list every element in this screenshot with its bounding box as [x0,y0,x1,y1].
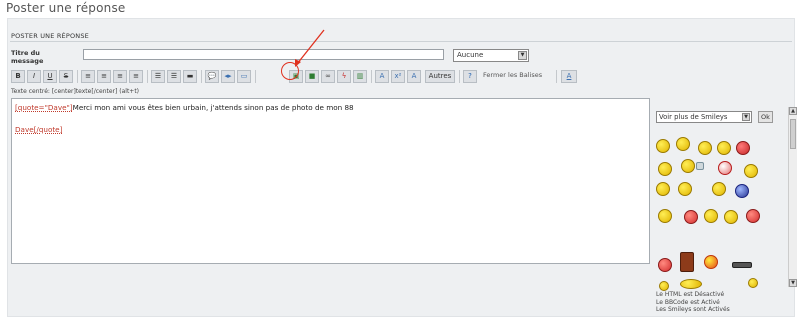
smiley-icon[interactable] [684,210,698,224]
smiley-icon[interactable] [658,209,672,223]
status-line: Texte centré: [center]texte[/center] (al… [11,88,140,95]
message-line-1: [quote="Dave"]Merci mon ami vous êtes bi… [15,102,646,113]
bbcode-toolbar: B I U S ≡ ≡ ≡ ≡ ☰ ☰ ▬ 💬 ◂▸ ▭ ▣ ■ ∞ ϟ ▥ A… [11,70,631,84]
smileys-status: Les Smileys sont Activés [656,306,730,313]
status-info: Le HTML est Désactivé Le BBCode est Acti… [656,291,730,314]
topic-icon-select-value: Aucune [457,51,484,59]
smiley-icon[interactable] [658,162,672,176]
scroll-down-icon[interactable]: ▼ [789,279,797,287]
quote-open-tag: [quote="Dave"] [15,103,73,112]
smiley-icon[interactable] [681,159,695,173]
list-item-icon[interactable]: ▬ [183,70,197,83]
reply-panel: POSTER UNE RÉPONSE Titre du message Aucu… [7,18,797,317]
smileys-select-value: Voir plus de Smileys [659,113,728,121]
toolbar-separator [371,70,372,83]
quote-author: Dave [15,125,34,134]
smiley-icon[interactable] [746,209,760,223]
scroll-thumb[interactable] [790,119,796,149]
message-text: Merci mon ami vous êtes bien urbain, j'a… [72,103,354,112]
bbcode-status: Le BBCode est Activé [656,298,720,306]
message-line-2: Dave[/quote] [15,124,646,135]
panel-heading: POSTER UNE RÉPONSE [11,32,89,40]
smiley-icon[interactable] [712,182,726,196]
align-justify-icon[interactable]: ≡ [129,70,143,83]
divider [10,41,792,42]
highlight-circle [281,62,299,80]
smiley-icon[interactable] [680,279,702,289]
toolbar-separator [556,70,557,83]
smiley-icon[interactable] [732,262,752,268]
smiley-icon[interactable] [696,162,704,170]
subject-input[interactable] [83,49,444,60]
smiley-icon[interactable] [698,141,712,155]
subject-label: Titre du message [11,49,44,65]
smiley-icon[interactable] [676,137,690,151]
superscript-icon[interactable]: x² [391,70,405,83]
smiley-icon[interactable] [656,139,670,153]
align-right-icon[interactable]: ≡ [113,70,127,83]
smiley-icon[interactable] [718,161,732,175]
quote-close-tag: [/quote] [33,125,63,134]
flash-icon[interactable]: ϟ [337,70,351,83]
smiley-icon[interactable] [659,281,669,291]
html-status: Le HTML est Désactivé [656,291,725,298]
ordered-list-icon[interactable]: ☰ [167,70,181,83]
italic-button[interactable]: I [27,70,41,83]
message-line-blank [15,113,646,124]
smiley-icon[interactable] [724,210,738,224]
strike-button[interactable]: S [59,70,73,83]
toolbar-separator [459,70,460,83]
others-button[interactable]: Autres [425,70,455,83]
help-icon[interactable]: ? [463,70,477,83]
spoiler-icon[interactable]: ▭ [237,70,251,83]
toolbar-separator [77,70,78,83]
toolbar-separator [201,70,202,83]
smiley-icon[interactable] [736,141,750,155]
bold-button[interactable]: B [11,70,25,83]
page-title: Poster une réponse [6,1,126,15]
font-color-icon[interactable]: A [375,70,389,83]
underline-button[interactable]: U [43,70,57,83]
toolbar-separator [147,70,148,83]
smiley-icon[interactable] [704,209,718,223]
smiley-icon[interactable] [744,164,758,178]
smileys-scrollbar[interactable]: ▲ ▼ [788,107,797,287]
smiley-icon[interactable] [735,184,749,198]
font-style-icon[interactable]: A [561,70,577,83]
font-size-icon[interactable]: A [407,70,421,83]
smiley-icon[interactable] [680,252,694,272]
chevron-down-icon[interactable]: ▼ [742,113,750,121]
toolbar-separator [255,70,256,83]
smiley-icon[interactable] [717,141,731,155]
smiley-icon[interactable] [656,182,670,196]
video-icon[interactable]: ▥ [353,70,367,83]
close-tags-link[interactable]: Fermer les Balises [483,71,542,79]
link-icon[interactable]: ∞ [321,70,335,83]
message-textarea[interactable]: [quote="Dave"]Merci mon ami vous êtes bi… [11,98,650,264]
list-icon[interactable]: ☰ [151,70,165,83]
chevron-down-icon[interactable]: ▼ [518,51,527,60]
topic-icon-select[interactable]: Aucune ▼ [453,49,529,62]
smiley-icon[interactable] [748,278,758,288]
scroll-up-icon[interactable]: ▲ [789,107,797,115]
align-center-icon[interactable]: ≡ [97,70,111,83]
code-icon[interactable]: ◂▸ [221,70,235,83]
smileys-ok-button[interactable]: Ok [758,111,773,123]
quote-icon[interactable]: 💬 [205,70,219,83]
smileys-select[interactable]: Voir plus de Smileys ▼ [656,111,752,123]
smiley-icon[interactable] [704,255,718,269]
smiley-icon[interactable] [658,258,672,272]
align-left-icon[interactable]: ≡ [81,70,95,83]
smiley-icon[interactable] [678,182,692,196]
image-icon[interactable]: ■ [305,70,319,83]
